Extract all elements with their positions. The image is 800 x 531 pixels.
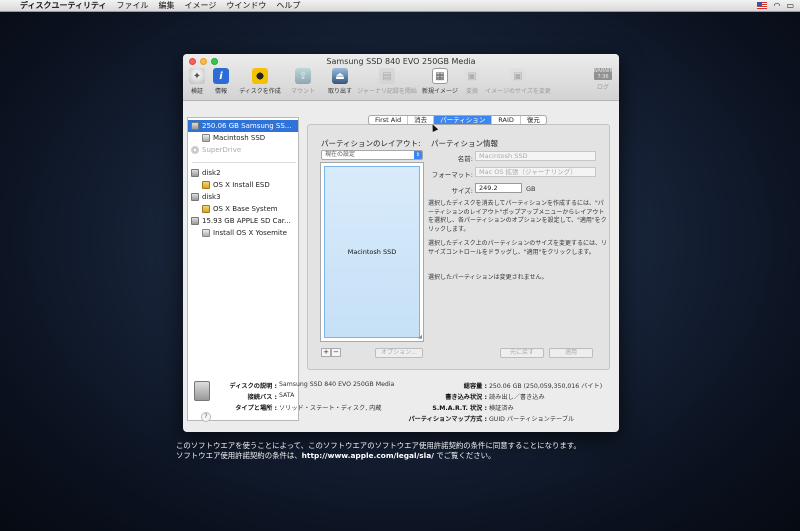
sidebar-item-macintosh-ssd[interactable]: Macintosh SSD xyxy=(188,132,298,144)
size-label: サイズ: xyxy=(451,187,474,195)
battery-icon[interactable]: ▭ xyxy=(786,1,794,10)
info-capacity-value: 250.06 GB (250,059,350,016 バイト) xyxy=(489,383,603,390)
partition-help-text-2: 選択したディスク上のパーティションのサイズを変更するには、リサイズコントロールを… xyxy=(428,240,608,256)
options-button[interactable]: オプション... xyxy=(375,348,423,358)
resize-grip-icon[interactable]: ◢ xyxy=(418,334,422,340)
disk-icon xyxy=(191,193,199,201)
toolbar-eject-button[interactable]: ⏏ 取り出す xyxy=(320,68,360,95)
tab-first-aid[interactable]: First Aid xyxy=(369,116,409,124)
partition-name-field[interactable]: Macintosh SSD xyxy=(475,151,596,161)
sidebar-item-disk3[interactable]: disk3 xyxy=(188,191,298,203)
info-description-value: Samsung SSD 840 EVO 250GB Media xyxy=(279,381,395,388)
convert-icon: ▣ xyxy=(464,68,480,84)
sd-card-icon xyxy=(191,217,199,225)
help-button[interactable]: ? xyxy=(201,412,211,422)
tab-raid[interactable]: RAID xyxy=(492,116,521,124)
volume-icon xyxy=(202,205,210,213)
toolbar-new-image-button[interactable]: ▦ 新規イメージ xyxy=(420,68,460,95)
format-select[interactable]: Mac OS 拡張（ジャーナリング） xyxy=(475,167,596,177)
title-bar: Samsung SSD 840 EVO 250GB Media ✦ 検証 i 情… xyxy=(183,54,619,101)
tab-bar: First Aid 消去 パーティション RAID 復元 xyxy=(368,115,547,125)
license-line-2-prefix: ソフトウエア使用許諾契約の条件は、 xyxy=(176,451,302,460)
license-notice: このソフトウエアを使うことによって、このソフトウエアのソフトウエア使用許諾契約の… xyxy=(176,441,581,461)
mount-icon: ⇪ xyxy=(295,68,311,84)
toolbar-mount-button[interactable]: ⇪ マウント xyxy=(283,68,323,95)
toolbar-log-button[interactable]: WARNIN 7:36 ログ xyxy=(586,68,619,91)
sidebar-item-disk2[interactable]: disk2 xyxy=(188,167,298,179)
toolbar-burn-button[interactable]: ディスクを作成 xyxy=(237,68,283,95)
partition-block-macintosh-ssd[interactable]: Macintosh SSD xyxy=(324,166,420,338)
wifi-icon[interactable]: ◠ xyxy=(773,1,780,10)
menu-edit[interactable]: 編集 xyxy=(158,0,174,11)
volume-icon xyxy=(202,181,210,189)
menu-window[interactable]: ウインドウ xyxy=(226,0,266,11)
add-partition-button[interactable]: + xyxy=(321,348,331,357)
sidebar-divider xyxy=(192,162,296,163)
apply-button[interactable]: 適用 xyxy=(549,348,593,358)
sidebar-item-apple-sd-card[interactable]: 15.93 GB APPLE SD Car... xyxy=(188,215,298,227)
menu-image[interactable]: イメージ xyxy=(184,0,216,11)
partition-help-text-3: 選択したパーティションは変更されません。 xyxy=(428,274,548,281)
toolbar-info-button[interactable]: i 情報 xyxy=(201,68,241,95)
partition-layout-title: パーティションのレイアウト: xyxy=(321,139,421,148)
sidebar-item-os-x-install-esd[interactable]: OS X Install ESD xyxy=(188,179,298,191)
disk-info-footer: ? ディスクの説明 : Samsung SSD 840 EVO 250GB Me… xyxy=(183,374,619,432)
revert-button[interactable]: 元に戻す xyxy=(500,348,544,358)
journal-icon: ▤ xyxy=(379,68,395,84)
disk-icon xyxy=(194,381,210,401)
partition-info-title: パーティション情報 xyxy=(431,139,499,148)
menu-help[interactable]: ヘルプ xyxy=(276,0,300,11)
popup-arrows-icon: ⇕ xyxy=(414,151,422,159)
toolbar-resize-image-button[interactable]: ▣ イメージのサイズを変更 xyxy=(485,68,551,95)
tab-restore[interactable]: 復元 xyxy=(521,116,546,124)
format-label: フォーマット: xyxy=(431,171,473,179)
disk-utility-window: Samsung SSD 840 EVO 250GB Media ✦ 検証 i 情… xyxy=(183,54,619,432)
volume-icon xyxy=(202,134,210,142)
menu-app[interactable]: ディスクユーティリティ xyxy=(20,0,106,11)
license-line-2-suffix: でご覧ください。 xyxy=(433,451,496,460)
name-label: 名前: xyxy=(457,155,473,163)
volume-icon xyxy=(202,229,210,237)
sidebar-item-superdrive[interactable]: SuperDrive xyxy=(188,144,298,156)
toolbar-convert-button[interactable]: ▣ 変換 xyxy=(460,68,484,95)
eject-icon: ⏏ xyxy=(332,68,348,84)
info-smart-value: 検証済み xyxy=(489,405,514,412)
license-link[interactable]: http://www.apple.com/legal/sla/ xyxy=(302,451,434,460)
toolbar-journal-button[interactable]: ▤ ジャーナリ記録を開始 xyxy=(357,68,417,95)
sidebar-item-os-x-base-system[interactable]: OS X Base System xyxy=(188,203,298,215)
new-image-icon: ▦ xyxy=(432,68,448,84)
burn-icon xyxy=(252,68,268,84)
partition-layout-map[interactable]: Macintosh SSD ◢ xyxy=(320,162,424,342)
size-unit: GB xyxy=(526,185,536,193)
info-write-value: 読み出し／書き込み xyxy=(489,394,545,401)
window-title: Samsung SSD 840 EVO 250GB Media xyxy=(326,57,476,66)
menu-file[interactable]: ファイル xyxy=(116,0,148,11)
optical-drive-icon xyxy=(191,146,199,154)
license-line-1: このソフトウエアを使うことによって、このソフトウエアのソフトウエア使用許諾契約の… xyxy=(176,441,581,450)
remove-partition-button[interactable]: − xyxy=(331,348,341,357)
resize-image-icon: ▣ xyxy=(510,68,526,84)
disk-icon xyxy=(191,169,199,177)
tab-erase[interactable]: 消去 xyxy=(408,116,435,124)
tab-partition[interactable]: パーティション xyxy=(434,116,493,124)
info-partition-map-value: GUID パーティションテーブル xyxy=(489,416,575,423)
sidebar-item-install-os-x-yosemite[interactable]: Install OS X Yosemite xyxy=(188,227,298,239)
log-icon: WARNIN 7:36 xyxy=(592,68,614,80)
menu-bar: ディスクユーティリティ ファイル 編集 イメージ ウインドウ ヘルプ ◠ ▭ xyxy=(0,0,800,12)
info-bus-value: SATA xyxy=(279,392,295,399)
info-type-value: ソリッド・ステート・ディスク, 内蔵 xyxy=(279,405,382,412)
info-icon: i xyxy=(213,68,229,84)
partition-layout-select[interactable]: 現在の設定 ⇕ xyxy=(321,150,423,160)
input-source-flag-icon[interactable] xyxy=(757,2,768,9)
partition-size-field[interactable]: 249.2 xyxy=(475,183,522,193)
toolbar: ✦ 検証 i 情報 ディスクを作成 ⇪ マウント ⏏ 取り出す ▤ ジャーナリ記… xyxy=(183,68,619,98)
partition-help-text-1: 選択したディスクを消去してパーティションを作成するには、"パーティションのレイア… xyxy=(428,200,607,233)
sidebar-item-samsung-disk[interactable]: 250.06 GB Samsung SS... xyxy=(188,120,298,132)
disk-icon xyxy=(191,122,199,130)
